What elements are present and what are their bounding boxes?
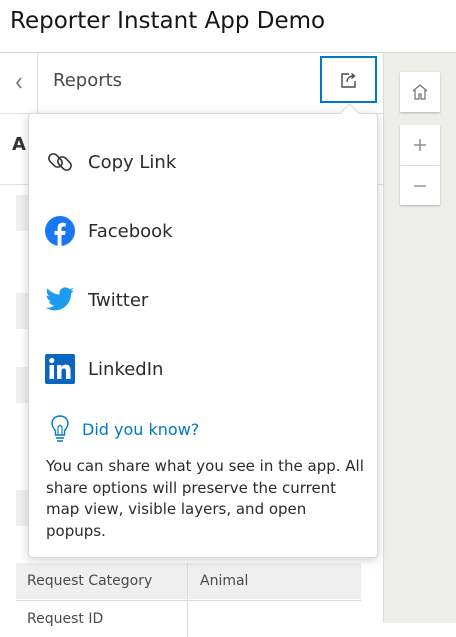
facebook-button[interactable]: Facebook <box>45 215 173 247</box>
linkedin-button[interactable]: LinkedIn <box>45 353 163 385</box>
table-row: Request Category Animal <box>16 563 361 599</box>
did-you-know: Did you know? <box>50 414 199 444</box>
share-item-label: Copy Link <box>88 151 177 173</box>
share-button[interactable] <box>320 56 377 103</box>
minus-icon <box>414 184 426 187</box>
table-row: Request ID <box>16 600 361 637</box>
twitter-button[interactable]: Twitter <box>45 284 148 316</box>
zoom-in-button[interactable] <box>400 125 440 165</box>
table-cell-label: Request ID <box>16 601 188 637</box>
zoom-out-button[interactable] <box>400 165 440 205</box>
copy-link-button[interactable]: Copy Link <box>45 146 176 178</box>
panel-title: Reports <box>53 70 123 91</box>
table-cell-label: Request Category <box>16 563 188 599</box>
table-cell-value: Animal <box>200 573 249 589</box>
home-button[interactable] <box>400 72 440 112</box>
twitter-icon <box>45 285 75 315</box>
share-item-label: Twitter <box>88 289 149 311</box>
facebook-icon <box>45 216 75 246</box>
lightbulb-icon <box>51 415 69 442</box>
share-icon <box>340 72 356 88</box>
back-button[interactable] <box>0 53 38 113</box>
link-icon <box>45 147 75 177</box>
linkedin-icon <box>45 354 75 384</box>
app-title: Reporter Instant App Demo <box>10 8 326 34</box>
share-item-label: Facebook <box>88 220 173 242</box>
chevron-left-icon <box>15 77 22 89</box>
panel-header: Reports <box>0 53 384 114</box>
tip-heading: Did you know? <box>82 419 200 439</box>
home-icon <box>412 84 428 100</box>
tip-text: You can share what you see in the app. A… <box>46 457 364 540</box>
plus-icon <box>414 139 426 151</box>
share-item-label: LinkedIn <box>88 358 164 380</box>
report-heading: A <box>12 134 26 155</box>
table-cell-value <box>188 601 361 637</box>
